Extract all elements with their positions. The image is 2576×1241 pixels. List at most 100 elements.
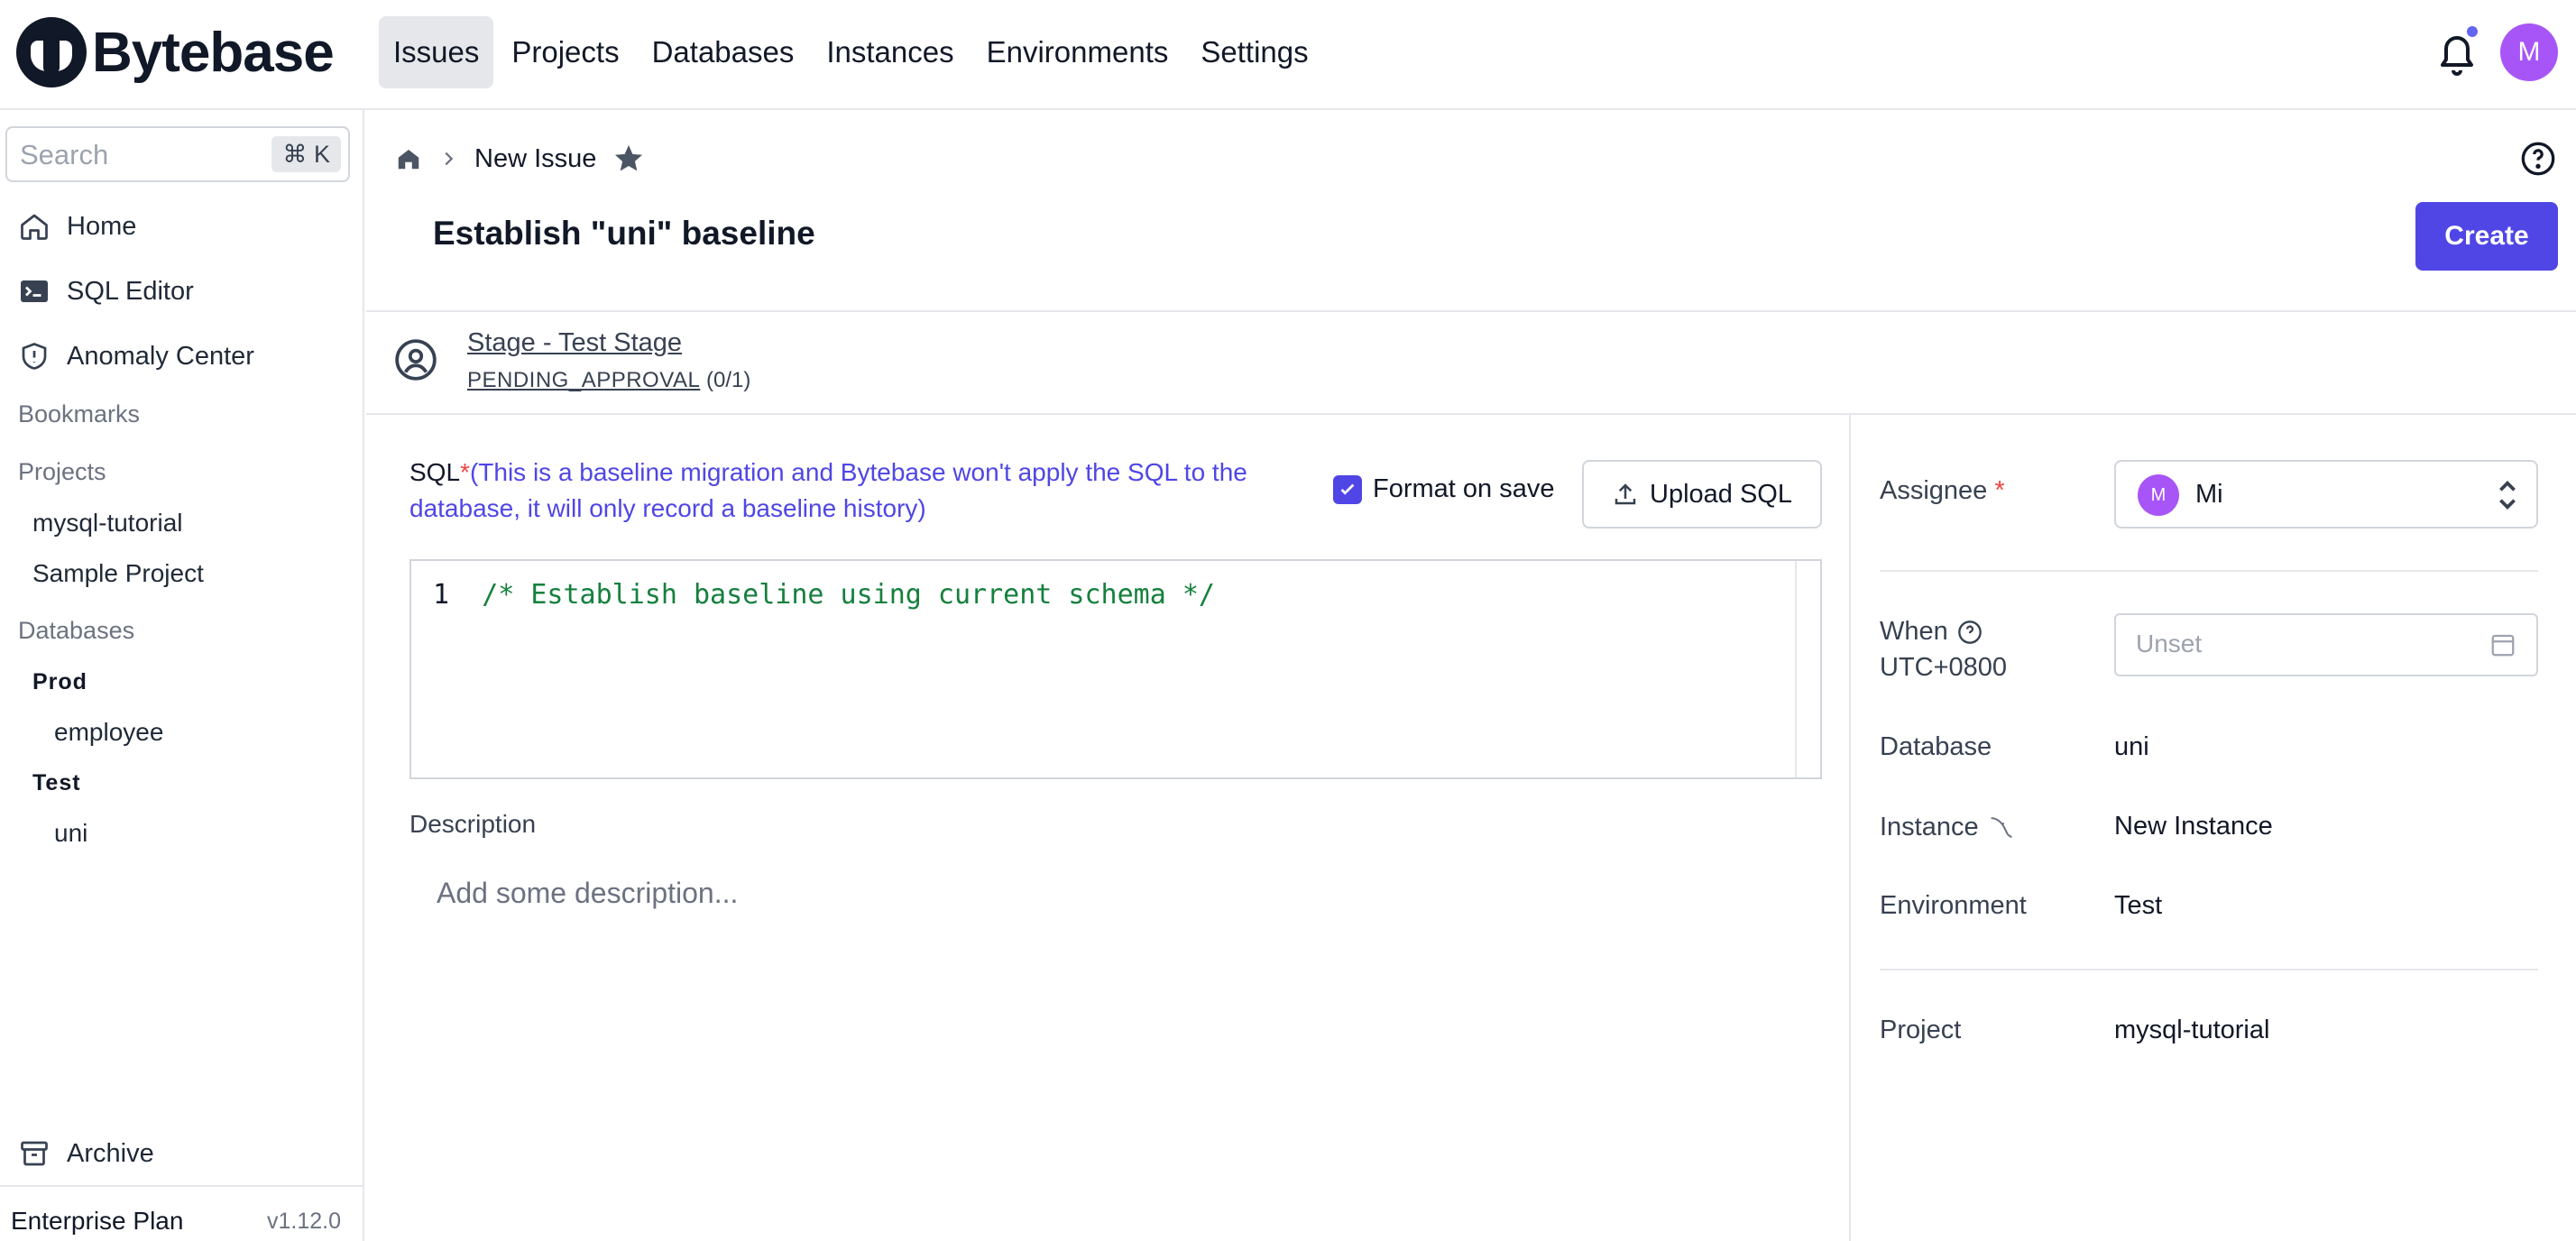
- assignee-select[interactable]: M Mi: [2114, 460, 2538, 529]
- help-icon[interactable]: [1957, 620, 1983, 645]
- sidebar-item-archive[interactable]: Archive: [18, 1131, 154, 1176]
- assignee-label: Assignee *: [1880, 476, 2005, 506]
- select-chevron-icon: [2499, 481, 2516, 510]
- issue-title[interactable]: Establish "uni" baseline: [433, 215, 815, 253]
- header-divider: [366, 310, 2576, 312]
- environment-value[interactable]: Test: [2114, 891, 2162, 921]
- sidebar-database-item[interactable]: uni: [54, 819, 87, 848]
- sidebar: Search ⌘ K Home SQL Editor Anomaly Cente…: [0, 110, 364, 1241]
- format-on-save-label: Format on save: [1373, 474, 1555, 503]
- code-line: 1 /* Establish baseline using current sc…: [433, 579, 1215, 611]
- sidebar-item-label: Home: [67, 211, 137, 241]
- search-shortcut: ⌘ K: [271, 136, 341, 172]
- instance-value[interactable]: New Instance: [2114, 812, 2273, 841]
- when-label-text: When: [1880, 617, 1948, 646]
- stage-name-link[interactable]: Stage - Test Stage: [467, 328, 682, 358]
- assignee-label-text: Assignee: [1880, 476, 1988, 505]
- nav-projects[interactable]: Projects: [497, 16, 633, 88]
- user-circle-icon: [395, 339, 437, 381]
- when-datetime-input[interactable]: Unset: [2114, 613, 2538, 676]
- stage-status-code[interactable]: PENDING_APPROVAL: [467, 368, 700, 392]
- editor-scrollbar[interactable]: [1795, 561, 1820, 777]
- sidebar-item-label: Anomaly Center: [67, 341, 254, 371]
- search-placeholder: Search: [20, 139, 109, 170]
- sidebar-item-label: Archive: [67, 1138, 154, 1168]
- code-text: /* Establish baseline using current sche…: [482, 579, 1215, 611]
- sidebar-projects-heading[interactable]: Projects: [18, 458, 106, 486]
- upload-icon: [1615, 483, 1636, 505]
- top-navbar: Bytebase Issues Projects Databases Insta…: [0, 0, 2576, 110]
- baseline-note: (This is a baseline migration and Byteba…: [409, 458, 1247, 522]
- stage-divider: [366, 413, 2576, 415]
- breadcrumb-current: New Issue: [474, 143, 597, 173]
- logo-text: Bytebase: [92, 21, 335, 84]
- details-divider: [1880, 969, 2538, 970]
- plan-label[interactable]: Enterprise Plan: [11, 1207, 183, 1236]
- breadcrumb: New Issue: [395, 139, 645, 179]
- nav-environments[interactable]: Environments: [972, 16, 1183, 88]
- calendar-icon: [2491, 634, 2515, 657]
- star-icon[interactable]: [612, 142, 645, 175]
- sidebar-project-item[interactable]: Sample Project: [32, 559, 204, 588]
- archive-icon: [21, 1141, 48, 1166]
- sidebar-bookmarks-heading[interactable]: Bookmarks: [18, 400, 140, 428]
- help-icon[interactable]: [2520, 141, 2556, 177]
- search-input[interactable]: Search ⌘ K: [5, 126, 350, 182]
- project-value[interactable]: mysql-tutorial: [2114, 1016, 2269, 1045]
- description-label: Description: [409, 810, 537, 838]
- instance-label: Instance: [1880, 812, 2017, 842]
- sidebar-environment: Test: [32, 770, 81, 795]
- stage-status: PENDING_APPROVAL (0/1): [467, 368, 750, 393]
- required-mark: *: [1994, 476, 2005, 505]
- mysql-dolphin-icon: [1991, 817, 2012, 839]
- upload-sql-button[interactable]: Upload SQL: [1582, 460, 1822, 529]
- home-icon[interactable]: [395, 145, 422, 172]
- home-icon: [21, 214, 48, 240]
- environment-label: Environment: [1880, 891, 2027, 920]
- sidebar-item-sql-editor[interactable]: SQL Editor: [18, 269, 194, 314]
- instance-label-text: Instance: [1880, 812, 1979, 841]
- timezone-label: UTC+0800: [1880, 653, 2008, 682]
- details-divider: [1880, 570, 2538, 572]
- sidebar-environment: Prod: [32, 669, 87, 694]
- user-avatar[interactable]: M: [2500, 23, 2558, 81]
- shield-icon: [22, 343, 47, 370]
- terminal-icon: [21, 280, 48, 302]
- nav-instances[interactable]: Instances: [812, 16, 968, 88]
- sidebar-item-home[interactable]: Home: [18, 204, 136, 249]
- sidebar-item-label: SQL Editor: [67, 276, 194, 306]
- sidebar-footer-divider: [0, 1185, 364, 1187]
- sidebar-item-anomaly-center[interactable]: Anomaly Center: [18, 334, 254, 379]
- create-button[interactable]: Create: [2415, 202, 2558, 271]
- bytebase-logo[interactable]: Bytebase: [16, 16, 335, 88]
- required-mark: *: [460, 458, 470, 486]
- description-input[interactable]: Add some description...: [437, 877, 738, 910]
- format-on-save-checkbox[interactable]: [1333, 474, 1362, 504]
- issue-main: New Issue Establish "uni" baseline Creat…: [366, 110, 2576, 1241]
- version-label: v1.12.0: [266, 1209, 341, 1234]
- upload-sql-label: Upload SQL: [1650, 479, 1792, 509]
- nav-issues[interactable]: Issues: [379, 16, 494, 88]
- main-nav: Issues Projects Databases Instances Envi…: [379, 16, 1323, 88]
- panel-divider: [1849, 415, 1851, 1241]
- sidebar-project-item[interactable]: mysql-tutorial: [32, 509, 182, 538]
- project-label: Project: [1880, 1016, 1962, 1044]
- bytebase-logo-icon: [16, 17, 87, 87]
- stage-progress: (0/1): [705, 368, 751, 392]
- nav-settings[interactable]: Settings: [1186, 16, 1322, 88]
- checkmark-icon: [1340, 483, 1355, 495]
- assignee-avatar: M: [2138, 474, 2179, 516]
- notification-dot: [2464, 23, 2480, 40]
- assignee-name: Mi: [2195, 480, 2223, 509]
- sidebar-databases-heading[interactable]: Databases: [18, 617, 134, 645]
- format-on-save-toggle[interactable]: Format on save: [1333, 474, 1554, 504]
- sidebar-database-item[interactable]: employee: [54, 718, 163, 747]
- database-value[interactable]: uni: [2114, 732, 2149, 762]
- sql-editor[interactable]: 1 /* Establish baseline using current sc…: [409, 559, 1822, 779]
- sql-label-text: SQL: [409, 458, 461, 486]
- nav-databases[interactable]: Databases: [638, 16, 809, 88]
- when-label: When: [1880, 617, 1983, 647]
- chevron-right-icon: [445, 152, 454, 166]
- sql-label: SQL*(This is a baseline migration and By…: [409, 455, 1320, 527]
- when-placeholder: Unset: [2136, 630, 2203, 657]
